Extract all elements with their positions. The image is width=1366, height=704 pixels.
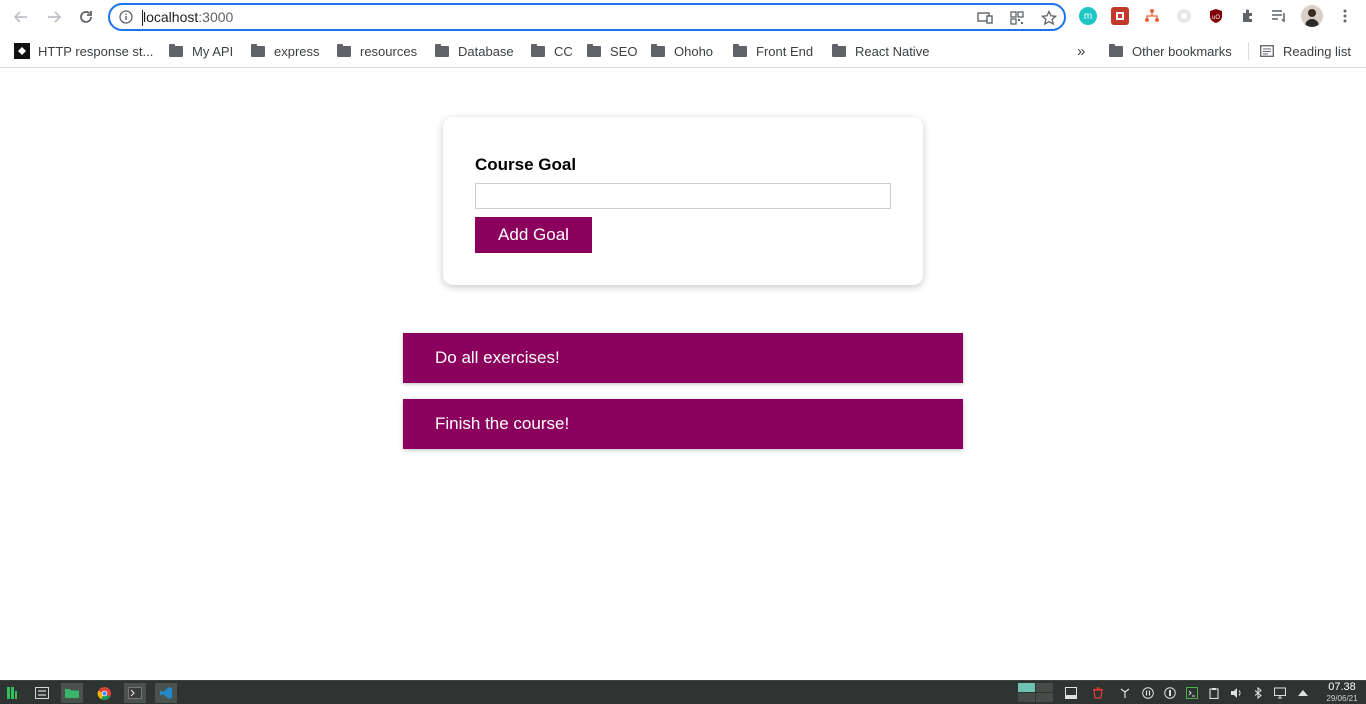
url-text[interactable]: localhost:3000 bbox=[143, 9, 233, 25]
bookmark-folder-react-native[interactable]: React Native bbox=[832, 42, 929, 60]
course-goal-label: Course Goal bbox=[475, 155, 577, 174]
folder-icon bbox=[733, 43, 747, 57]
folder-icon bbox=[832, 43, 846, 57]
clock-date: 29/06/21 bbox=[1326, 694, 1358, 703]
reading-list-icon bbox=[1260, 45, 1274, 57]
chrome-icon[interactable] bbox=[93, 683, 115, 703]
bookmark-http-response[interactable]: HTTP response st... bbox=[14, 42, 153, 60]
bookmark-folder-ohoho[interactable]: Ohoho bbox=[651, 42, 713, 60]
add-goal-button[interactable]: Add Goal bbox=[475, 217, 592, 253]
folder-icon bbox=[531, 43, 545, 57]
network-tray-icon[interactable] bbox=[1119, 687, 1131, 699]
clock-time: 07.38 bbox=[1328, 681, 1356, 693]
workspace-2[interactable] bbox=[1036, 683, 1053, 692]
bookmark-folder-my-api[interactable]: My API bbox=[169, 42, 233, 60]
reload-icon[interactable] bbox=[74, 5, 98, 29]
reading-list-label: Reading list bbox=[1283, 43, 1351, 59]
bookmark-label: Other bookmarks bbox=[1132, 43, 1232, 59]
course-goal-input[interactable] bbox=[475, 183, 891, 209]
folder-icon bbox=[337, 43, 351, 57]
workspace-3[interactable] bbox=[1018, 693, 1035, 702]
tray-expand-icon[interactable] bbox=[1297, 687, 1309, 699]
extension-m-icon[interactable]: m bbox=[1079, 7, 1097, 25]
folder-icon bbox=[251, 43, 265, 57]
bookmark-folder-express[interactable]: express bbox=[251, 42, 320, 60]
back-icon[interactable] bbox=[9, 5, 33, 29]
os-taskbar: 07.38 29/06/21 bbox=[0, 680, 1366, 704]
workspace-1[interactable] bbox=[1018, 683, 1035, 692]
cast-icon[interactable] bbox=[976, 9, 994, 27]
bookmark-folder-other[interactable]: Other bookmarks bbox=[1109, 42, 1232, 60]
profile-avatar[interactable] bbox=[1301, 5, 1323, 27]
updates-tray-icon[interactable] bbox=[1164, 687, 1176, 699]
trash-icon[interactable] bbox=[1092, 687, 1104, 699]
file-manager-icon[interactable] bbox=[61, 683, 83, 703]
vscode-icon[interactable] bbox=[155, 683, 177, 703]
bookmark-label: HTTP response st... bbox=[38, 43, 154, 59]
goal-form-card: Course Goal Add Goal bbox=[443, 117, 923, 285]
bookmarks-divider bbox=[1248, 42, 1249, 60]
ublock-shield-icon[interactable]: uO bbox=[1207, 7, 1225, 25]
kebab-menu-icon[interactable] bbox=[1336, 7, 1354, 25]
display-tray-icon[interactable] bbox=[1274, 687, 1286, 699]
folder-icon bbox=[1109, 43, 1123, 57]
settings-switcher-icon[interactable] bbox=[31, 683, 53, 703]
address-bar[interactable]: localhost:3000 bbox=[108, 3, 1066, 31]
bookmark-folder-front-end[interactable]: Front End bbox=[733, 42, 813, 60]
folder-icon bbox=[651, 43, 665, 57]
url-port: :3000 bbox=[198, 9, 234, 25]
bookmark-label: express bbox=[274, 43, 320, 59]
bookmark-star-icon[interactable] bbox=[1040, 9, 1058, 27]
extension-gray-circle-icon[interactable] bbox=[1175, 7, 1193, 25]
forward-icon[interactable] bbox=[42, 5, 66, 29]
bookmark-label: Front End bbox=[756, 43, 814, 59]
goal-item[interactable]: Finish the course! bbox=[403, 399, 963, 449]
bookmarks-bar: HTTP response st... My API express resou… bbox=[0, 34, 1366, 68]
bookmark-label: My API bbox=[192, 43, 234, 59]
media-pause-icon[interactable] bbox=[1142, 687, 1154, 699]
volume-icon[interactable] bbox=[1230, 687, 1242, 699]
site-favicon-icon bbox=[14, 43, 30, 59]
bookmark-folder-cc[interactable]: CC bbox=[531, 42, 573, 60]
bluetooth-icon[interactable] bbox=[1252, 687, 1264, 699]
extension-tree-icon[interactable] bbox=[1143, 7, 1161, 25]
bookmark-folder-seo[interactable]: SEO bbox=[587, 42, 637, 60]
extension-red-icon[interactable] bbox=[1111, 7, 1129, 25]
bookmarks-overflow-chevron-icon[interactable]: » bbox=[1077, 42, 1085, 60]
qr-code-icon[interactable] bbox=[1008, 9, 1026, 27]
goal-item[interactable]: Do all exercises! bbox=[403, 333, 963, 383]
browser-toolbar: localhost:3000 m uO bbox=[0, 0, 1366, 34]
reading-list-button[interactable]: Reading list bbox=[1260, 42, 1351, 60]
site-info-icon[interactable] bbox=[119, 10, 133, 29]
extensions-puzzle-icon[interactable] bbox=[1239, 7, 1257, 25]
bookmark-folder-resources[interactable]: resources bbox=[337, 42, 417, 60]
bookmark-label: Database bbox=[458, 43, 514, 59]
bookmark-label: CC bbox=[554, 43, 573, 59]
show-desktop-icon[interactable] bbox=[1065, 687, 1077, 699]
bookmark-label: resources bbox=[360, 43, 418, 59]
folder-icon bbox=[435, 43, 449, 57]
terminal-tray-icon[interactable] bbox=[1186, 687, 1198, 699]
url-host: localhost bbox=[143, 9, 199, 25]
workspace-4[interactable] bbox=[1036, 693, 1053, 702]
terminal-icon[interactable] bbox=[124, 683, 146, 703]
system-clock[interactable]: 07.38 29/06/21 bbox=[1318, 682, 1366, 704]
svg-text:uO: uO bbox=[1212, 15, 1220, 21]
goal-list: Do all exercises! Finish the course! bbox=[403, 333, 963, 465]
reading-queue-icon[interactable] bbox=[1270, 7, 1288, 25]
bookmark-label: Ohoho bbox=[674, 43, 714, 59]
bookmark-label: React Native bbox=[855, 43, 930, 59]
folder-icon bbox=[169, 43, 183, 57]
folder-icon bbox=[587, 43, 601, 57]
bookmark-label: SEO bbox=[610, 43, 638, 59]
app-menu-icon[interactable] bbox=[1, 683, 23, 703]
bookmark-folder-database[interactable]: Database bbox=[435, 42, 514, 60]
clipboard-tray-icon[interactable] bbox=[1208, 687, 1220, 699]
